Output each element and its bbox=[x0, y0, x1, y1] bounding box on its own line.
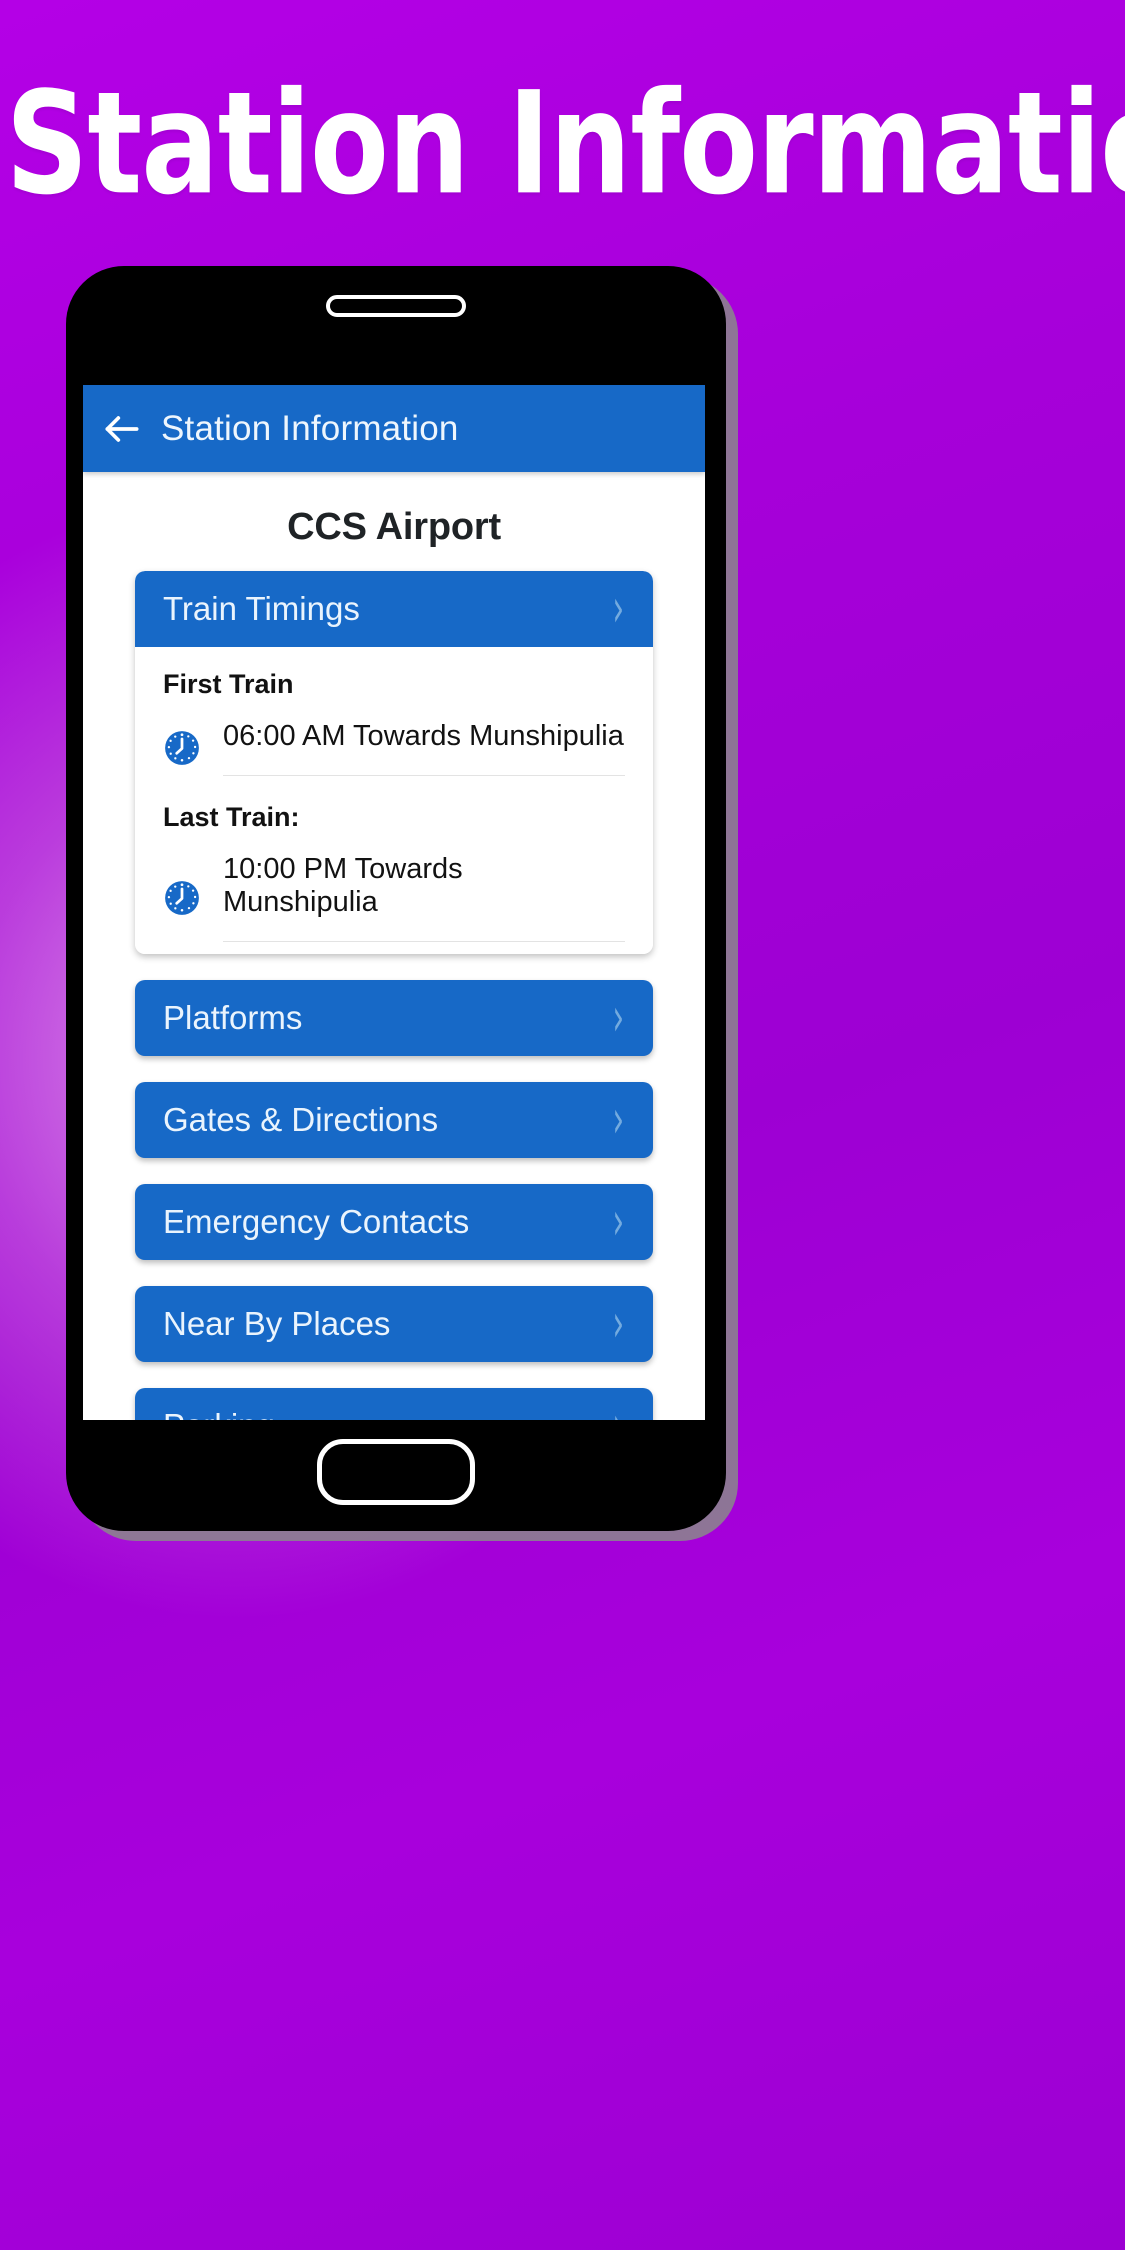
home-button-icon[interactable] bbox=[317, 1439, 475, 1505]
menu-item-gates-directions[interactable]: Gates & Directions › bbox=[135, 1082, 653, 1158]
clock-icon bbox=[165, 880, 199, 915]
menu-item-label: Emergency Contacts bbox=[163, 1203, 470, 1240]
back-button[interactable] bbox=[83, 407, 161, 451]
last-train-label: Last Train: bbox=[163, 802, 300, 832]
first-train-value-wrap: 06:00 AM Towards Munshipulia bbox=[223, 720, 653, 776]
first-train-row: 06:00 AM Towards Munshipulia bbox=[135, 706, 653, 776]
screenshot-root: Station Information Station Information bbox=[0, 0, 1125, 2250]
screen-content: CCS Airport Train Timings › First Train bbox=[83, 472, 705, 1420]
menu-item-label: Parking bbox=[163, 1407, 611, 1420]
back-arrow-icon bbox=[100, 407, 144, 451]
menu-item-platforms[interactable]: Platforms › bbox=[135, 980, 653, 1056]
train-timings-header[interactable]: Train Timings › bbox=[135, 571, 653, 647]
menu-item-label: Gates & Directions bbox=[163, 1101, 439, 1138]
menu-item-emergency-contacts[interactable]: Emergency Contacts › bbox=[135, 1184, 653, 1260]
row-divider bbox=[223, 775, 625, 776]
menu-item-near-by-places[interactable]: Near By Places › bbox=[135, 1286, 653, 1362]
first-train-value: 06:00 AM Towards Munshipulia bbox=[223, 720, 624, 752]
chevron-right-icon: › bbox=[612, 1293, 625, 1355]
menu-list: Platforms › Gates & Directions › Emergen… bbox=[83, 954, 705, 1420]
chevron-right-icon: › bbox=[613, 1400, 630, 1420]
station-name-heading: CCS Airport bbox=[287, 506, 501, 548]
chevron-right-icon: › bbox=[612, 1089, 625, 1151]
menu-item-label: Near By Places bbox=[163, 1305, 391, 1342]
clock-icon bbox=[165, 731, 199, 765]
menu-item-parking[interactable]: Parking › bbox=[135, 1388, 653, 1420]
last-train-value: 10:00 PM Towards Munshipulia bbox=[223, 853, 463, 918]
chevron-right-icon: › bbox=[612, 1191, 625, 1253]
last-train-row: 10:00 PM Towards Munshipulia bbox=[135, 839, 653, 942]
phone-screen: Station Information CCS Airport Train Ti… bbox=[83, 385, 705, 1420]
menu-item-label: Platforms bbox=[163, 999, 303, 1036]
last-train-section: Last Train: 10:00 PM Towards Munshipulia bbox=[135, 802, 653, 942]
first-train-label: First Train bbox=[163, 669, 294, 699]
train-timings-card: Train Timings › First Train 06:00 AM Tow… bbox=[135, 571, 653, 954]
first-train-section: First Train 06:00 AM Towards Munshipulia bbox=[135, 669, 653, 776]
train-timings-label: Train Timings bbox=[163, 590, 360, 627]
phone-mockup: Station Information CCS Airport Train Ti… bbox=[66, 266, 726, 1531]
row-divider bbox=[223, 941, 625, 942]
app-bar-title: Station Information bbox=[161, 408, 459, 448]
last-train-value-wrap: 10:00 PM Towards Munshipulia bbox=[223, 853, 653, 942]
speaker-slot-icon bbox=[326, 295, 466, 317]
train-timings-body: First Train 06:00 AM Towards Munshipulia… bbox=[135, 647, 653, 954]
page-title: Station Information bbox=[5, 61, 1125, 227]
chevron-right-icon: › bbox=[612, 578, 625, 640]
chevron-right-icon: › bbox=[612, 987, 625, 1049]
app-bar: Station Information bbox=[83, 385, 705, 472]
